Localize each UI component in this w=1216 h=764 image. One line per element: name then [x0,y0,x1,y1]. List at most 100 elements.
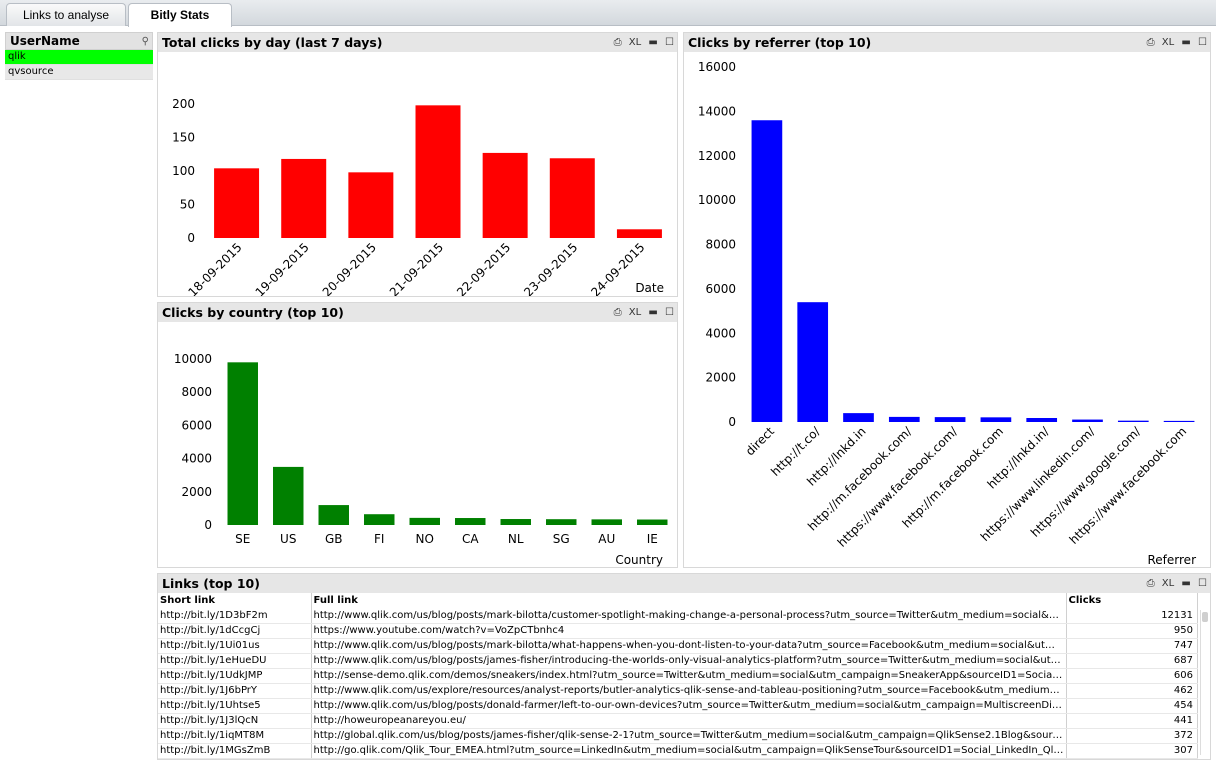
tab-links-to-analyse[interactable]: Links to analyse [6,3,126,26]
chart-area: 0 2000 4000 6000 8000 10000 SE US GB FI NO CA NL SG AU… [174,352,668,567]
clicks-cell: 950 [1066,623,1198,639]
print-icon[interactable]: ⎙ [1147,578,1155,589]
bar[interactable] [415,105,461,238]
short-link-cell[interactable]: http://bit.ly/1D3bF2m [158,608,312,624]
y-tick-label: 12000 [698,149,736,163]
panel-header: Clicks by referrer (top 10) ⎙ XL ▬ ☐ [684,33,1210,52]
xl-export-icon[interactable]: XL [1162,578,1174,589]
table-row[interactable]: http://bit.ly/1eHueDU http://www.qlik.com… [158,653,1198,669]
xl-export-icon[interactable]: XL [629,307,641,318]
table-row[interactable]: http://bit.ly/1dCcgCj https://www.youtube… [158,623,1198,639]
short-link-cell[interactable]: http://bit.ly/1iqMT8M [158,728,312,744]
bar[interactable] [591,519,622,525]
column-header-full-link[interactable]: Full link [311,593,1067,608]
minimize-icon[interactable]: ▬ [1181,578,1190,589]
bar[interactable] [409,517,440,525]
tab-bitly-stats[interactable]: Bitly Stats [128,3,232,27]
bar[interactable] [637,519,668,525]
table-row[interactable]: http://bit.ly/1J3lQcN http://howeuropeana… [158,713,1198,729]
x-tick-label: GB [325,532,343,546]
maximize-icon[interactable]: ☐ [1198,578,1207,589]
maximize-icon[interactable]: ☐ [665,307,674,318]
short-link-cell[interactable]: http://bit.ly/1dCcgCj [158,623,312,639]
bar[interactable] [1072,419,1103,422]
listbox-header: UserName ⚲ [5,32,153,50]
full-link-cell[interactable]: http://www.qlik.com/us/blog/posts/james-… [311,653,1067,669]
bar[interactable] [546,519,577,525]
clicks-cell: 441 [1066,713,1198,729]
x-tick-label: 18-09-2015 [185,240,244,296]
xl-export-icon[interactable]: XL [1162,37,1174,48]
bar[interactable] [1117,420,1149,422]
bar[interactable] [214,168,260,238]
short-link-cell[interactable]: http://bit.ly/1Ui01us [158,638,312,654]
full-link-cell[interactable]: http://www.qlik.com/us/blog/posts/donald… [311,698,1067,714]
table-row[interactable]: http://bit.ly/1MGsZmB http://go.qlik.com/… [158,743,1198,759]
full-link-cell[interactable]: http://sense-demo.qlik.com/demos/sneaker… [311,668,1067,684]
short-link-cell[interactable]: http://bit.ly/1Uhtse5 [158,698,312,714]
listbox-item-qvsource[interactable]: qvsource [5,65,153,80]
bar[interactable] [934,417,966,422]
scrollbar-thumb[interactable] [1202,612,1208,622]
table-row[interactable]: http://bit.ly/1Uhtse5 http://www.qlik.com… [158,698,1198,714]
table-row[interactable]: http://bit.ly/1UdkJMP http://sense-demo.q… [158,668,1198,684]
xl-export-icon[interactable]: XL [629,37,641,48]
bar[interactable] [751,120,783,422]
bar[interactable] [888,416,920,422]
bar[interactable] [482,152,528,238]
table-row[interactable]: http://bit.ly/1J6bPrY http://www.qlik.com… [158,683,1198,699]
table-row[interactable]: http://bit.ly/1iqMT8M http://global.qlik.… [158,728,1198,744]
full-link-cell[interactable]: https://www.youtube.com/watch?v=VoZpCTbn… [311,623,1067,639]
bar[interactable] [1163,420,1195,422]
full-link-cell[interactable]: http://howeuropeanareyou.eu/ [311,713,1067,729]
print-icon[interactable]: ⎙ [614,37,622,48]
minimize-icon[interactable]: ▬ [648,37,657,48]
x-axis-title: Referrer [1148,553,1197,567]
bar[interactable] [364,514,395,525]
panel-header: Clicks by country (top 10) ⎙ XL ▬ ☐ [158,303,677,322]
bar[interactable] [500,519,531,525]
column-header-short-link[interactable]: Short link [158,593,312,608]
short-link-cell[interactable]: http://bit.ly/1UdkJMP [158,668,312,684]
username-listbox[interactable]: UserName ⚲ qlik qvsource [5,32,153,84]
full-link-cell[interactable]: http://www.qlik.com/us/blog/posts/mark-b… [311,638,1067,654]
bar[interactable] [318,505,349,525]
bar[interactable] [281,158,327,238]
table-row[interactable]: http://bit.ly/1D3bF2m http://www.qlik.com… [158,608,1198,624]
bar[interactable] [980,417,1012,422]
bar[interactable] [348,172,394,238]
short-link-cell[interactable]: http://bit.ly/1MGsZmB [158,743,312,759]
table-row[interactable]: http://bit.ly/1Ui01us http://www.qlik.com… [158,638,1198,654]
bar[interactable] [1026,418,1058,422]
y-tick-label: 16000 [698,60,736,74]
listbox-item-qlik[interactable]: qlik [5,50,153,65]
bar[interactable] [455,518,486,525]
short-link-cell[interactable]: http://bit.ly/1J3lQcN [158,713,312,729]
column-header-clicks[interactable]: Clicks [1066,593,1198,608]
bar[interactable] [797,302,829,422]
x-tick-label: IE [647,532,658,546]
maximize-icon[interactable]: ☐ [665,37,674,48]
short-link-cell[interactable]: http://bit.ly/1eHueDU [158,653,312,669]
panel-title: Clicks by country (top 10) [162,305,344,320]
x-tick-label: AU [598,532,615,546]
minimize-icon[interactable]: ▬ [648,307,657,318]
full-link-cell[interactable]: http://www.qlik.com/us/explore/resources… [311,683,1067,699]
y-tick-label: 10000 [698,193,736,207]
minimize-icon[interactable]: ▬ [1181,37,1190,48]
short-link-cell[interactable]: http://bit.ly/1J6bPrY [158,683,312,699]
full-link-cell[interactable]: http://global.qlik.com/us/blog/posts/jam… [311,728,1067,744]
print-icon[interactable]: ⎙ [1147,37,1155,48]
full-link-cell[interactable]: http://www.qlik.com/us/blog/posts/mark-b… [311,608,1067,624]
print-icon[interactable]: ⎙ [614,307,622,318]
y-tick-label: 6000 [181,418,212,432]
bar[interactable] [549,158,595,238]
table-scrollbar[interactable] [1200,610,1209,755]
full-link-cell[interactable]: http://go.qlik.com/Qlik_Tour_EMEA.html?u… [311,743,1067,759]
maximize-icon[interactable]: ☐ [1198,37,1207,48]
bar[interactable] [273,466,304,525]
search-icon[interactable]: ⚲ [142,34,149,50]
bar[interactable] [227,362,258,525]
bar[interactable] [616,229,662,238]
bar[interactable] [843,413,874,422]
